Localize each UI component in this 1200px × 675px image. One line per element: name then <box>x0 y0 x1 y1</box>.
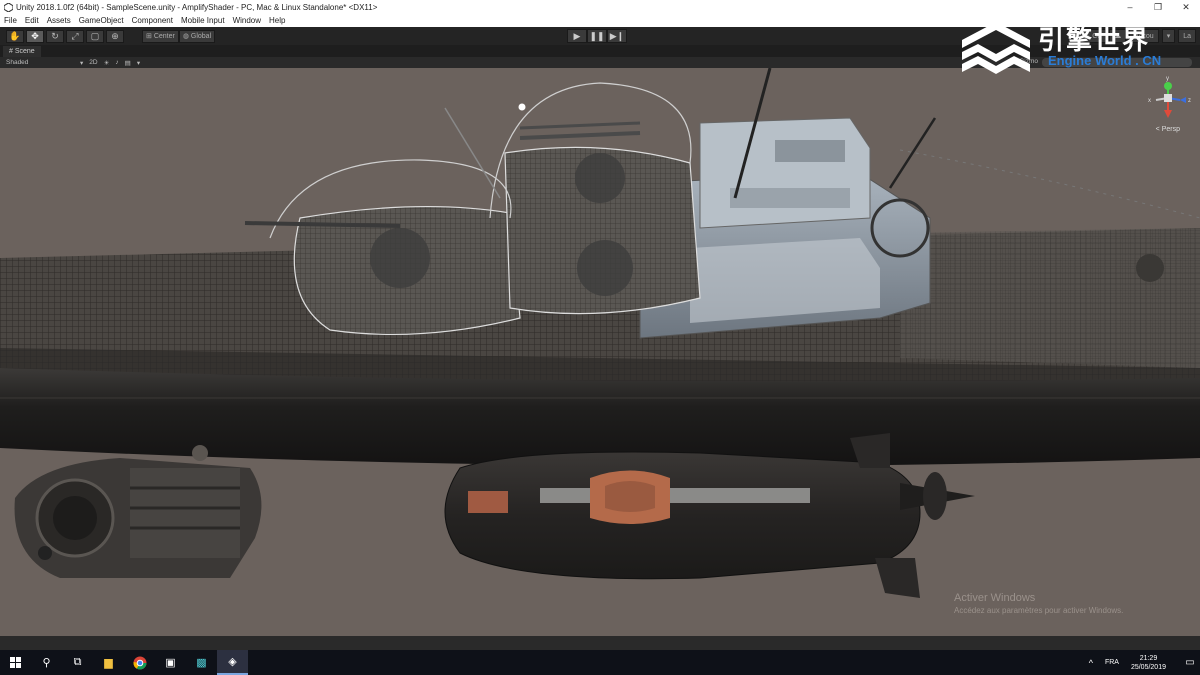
rect-tool-button[interactable]: ▢ <box>86 29 104 43</box>
tray-expand-icon[interactable]: ^ <box>1089 658 1093 668</box>
app-3ds-icon[interactable]: ▩ <box>186 650 217 675</box>
pivot-global-toggle[interactable]: ◍ Global <box>178 29 216 43</box>
activation-subtitle: Accédez aux paramètres pour activer Wind… <box>954 606 1124 615</box>
unity-logo-icon <box>3 2 13 12</box>
minimize-button[interactable]: – <box>1116 0 1144 14</box>
task-view-icon[interactable]: ⧉ <box>62 650 93 675</box>
system-tray: ^ FRA 21:29 25/05/2019 ▭ <box>1089 650 1200 675</box>
engine-model[interactable] <box>14 445 262 578</box>
window-title: Unity 2018.1.0f2 (64bit) - SampleScene.u… <box>16 2 378 12</box>
maximize-button[interactable]: ❐ <box>1144 0 1172 14</box>
playback-controls: ▶ ❚❚ ▶❙ <box>567 29 627 43</box>
notification-icon[interactable]: ▭ <box>1180 657 1200 668</box>
globe-icon: ◍ <box>182 33 191 40</box>
menu-assets[interactable]: Assets <box>43 16 75 25</box>
clock-time: 21:29 <box>1139 654 1158 662</box>
play-button[interactable]: ▶ <box>567 29 587 43</box>
menu-window[interactable]: Window <box>229 16 265 25</box>
transform-icon: ⊕ <box>111 30 119 41</box>
pause-button[interactable]: ❚❚ <box>587 29 607 43</box>
rotate-icon: ↻ <box>51 30 59 41</box>
unity-editor-window: Unity 2018.1.0f2 (64bit) - SampleScene.u… <box>0 0 1200 675</box>
pause-icon: ❚❚ <box>589 30 605 41</box>
move-icon: ✥ <box>31 30 39 41</box>
rect-icon: ▢ <box>90 30 100 41</box>
file-explorer-icon[interactable]: ▆ <box>93 650 124 675</box>
svg-text:y: y <box>1166 76 1169 82</box>
close-button[interactable]: ✕ <box>1172 0 1200 14</box>
watermark-en-text: Engine World . CN <box>1048 53 1162 68</box>
search-icon[interactable]: ⚲ <box>31 650 62 675</box>
effects-chevron-icon[interactable]: ▾ <box>137 59 140 67</box>
title-bar: Unity 2018.1.0f2 (64bit) - SampleScene.u… <box>0 0 1200 14</box>
audio-toggle-icon[interactable]: ♪ <box>115 59 118 66</box>
scale-icon: ⤢ <box>71 30 79 41</box>
pivot-global-label: Global <box>190 32 212 40</box>
step-button[interactable]: ▶❙ <box>607 29 627 43</box>
menu-component[interactable]: Component <box>128 16 177 25</box>
menu-gameobject[interactable]: GameObject <box>75 16 128 25</box>
move-tool-button[interactable]: ✥ <box>26 29 44 43</box>
windows-logo-icon <box>10 657 21 668</box>
pivot-center-toggle[interactable]: ⊞ Center <box>142 29 179 43</box>
start-button[interactable] <box>0 650 31 675</box>
editor-status-bar <box>0 636 1200 650</box>
unity-taskbar-icon[interactable]: ◈ <box>217 650 248 675</box>
language-indicator[interactable]: FRA <box>1105 659 1119 666</box>
clock[interactable]: 21:29 25/05/2019 <box>1131 654 1166 672</box>
svg-text:x: x <box>1148 98 1151 104</box>
app-generic-icon[interactable]: ▣ <box>155 650 186 675</box>
chrome-icon[interactable] <box>124 650 155 675</box>
scene-tab-label: Scene <box>14 48 35 55</box>
lighting-toggle-icon[interactable]: ☀ <box>104 59 110 67</box>
shading-mode-dropdown[interactable]: Shaded <box>0 59 80 66</box>
pivot-center-label: Center <box>153 32 175 40</box>
engine-world-watermark: 引擎世界 Engine World . CN <box>958 18 1188 74</box>
orientation-gizmo[interactable]: y z x <box>1148 76 1191 118</box>
menu-mobile-input[interactable]: Mobile Input <box>177 16 229 25</box>
watermark-cn-text: 引擎世界 <box>1038 25 1151 55</box>
menu-edit[interactable]: Edit <box>21 16 43 25</box>
perspective-label[interactable]: < Persp <box>1156 126 1180 133</box>
mode-2d-toggle[interactable]: 2D <box>89 59 97 66</box>
svg-text:z: z <box>1188 98 1191 104</box>
step-icon: ▶❙ <box>609 30 625 41</box>
shading-chevron-icon: ▾ <box>80 59 84 67</box>
engine-world-logo-icon <box>962 22 1030 74</box>
windows-taskbar: ⚲ ⧉ ▆ ▣ ▩ ◈ ^ FRA 21:29 25/05/2019 ▭ <box>0 650 1200 675</box>
shading-mode-label: Shaded <box>6 59 29 66</box>
hand-icon: ✋ <box>9 30 21 41</box>
clock-date: 25/05/2019 <box>1130 663 1166 671</box>
submarine-model[interactable] <box>0 68 1200 466</box>
scene-render: y z x <box>0 68 1200 598</box>
menu-file[interactable]: File <box>0 16 21 25</box>
play-icon: ▶ <box>573 30 581 41</box>
chrome-logo-icon <box>133 656 146 669</box>
tab-scene[interactable]: # Scene <box>3 46 41 57</box>
hand-tool-button[interactable]: ✋ <box>6 29 24 43</box>
scene-viewport[interactable]: y z x < Persp Activer Windows Accédez au… <box>0 68 1200 636</box>
effects-toggle-icon[interactable]: ▤ <box>125 59 131 67</box>
rotate-tool-button[interactable]: ↻ <box>46 29 64 43</box>
transform-tool-button[interactable]: ⊕ <box>106 29 124 43</box>
scale-tool-button[interactable]: ⤢ <box>66 29 84 43</box>
menu-help[interactable]: Help <box>265 16 289 25</box>
pivot-icon: ⊞ <box>146 33 154 40</box>
activation-title: Activer Windows <box>954 592 1036 604</box>
windows-activation-notice: Activer Windows Accédez aux paramètres p… <box>954 592 1123 615</box>
